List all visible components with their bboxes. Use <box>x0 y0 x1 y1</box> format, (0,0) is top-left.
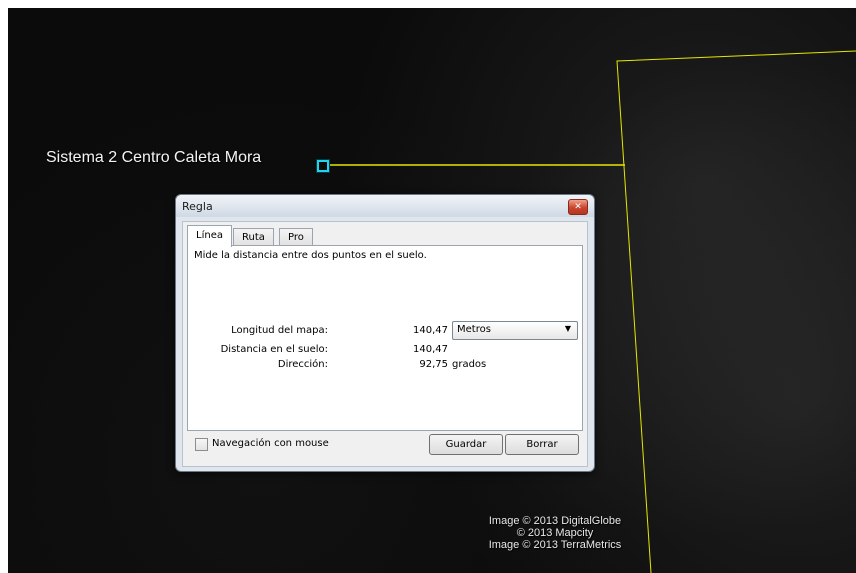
ground-distance-label: Distancia en el suelo: <box>220 344 328 355</box>
tab-ruta[interactable]: Ruta <box>233 228 274 246</box>
ruler-dialog: Regla ✕ Línea Ruta Pro Mide la distancia… <box>175 194 595 472</box>
credit-mapcity: © 2013 Mapcity <box>516 527 594 539</box>
placemark-icon[interactable] <box>317 160 329 172</box>
mouse-navigation-checkbox[interactable] <box>195 438 208 451</box>
clear-button[interactable]: Borrar <box>505 434 579 455</box>
dialog-body: Línea Ruta Pro Mide la distancia entre d… <box>182 221 588 467</box>
description-text: Mide la distancia entre dos puntos en el… <box>194 250 427 261</box>
map-length-label: Longitud del mapa: <box>231 325 328 336</box>
placemark-label[interactable]: Sistema 2 Centro Caleta Mora <box>46 149 261 167</box>
map-length-value: 140,47 <box>413 325 448 336</box>
heading-label: Dirección: <box>277 359 328 370</box>
heading-unit: grados <box>452 359 487 370</box>
map-credits: Image © 2013 DigitalGlobe © 2013 Mapcity… <box>440 515 670 551</box>
credit-digitalglobe: Image © 2013 DigitalGlobe <box>488 515 622 527</box>
tab-pro[interactable]: Pro <box>279 228 313 246</box>
ground-distance-value: 140,47 <box>413 344 448 355</box>
unit-select-value: Metros <box>457 324 491 335</box>
tab-panel: Mide la distancia entre dos puntos en el… <box>187 245 583 431</box>
chevron-down-icon: ▼ <box>564 324 571 333</box>
dialog-title: Regla <box>182 200 213 213</box>
credit-terrametrics: Image © 2013 TerraMetrics <box>488 539 622 551</box>
dialog-titlebar[interactable]: Regla ✕ <box>176 195 594 217</box>
heading-value: 92,75 <box>419 359 448 370</box>
save-button[interactable]: Guardar <box>429 434 503 455</box>
close-icon[interactable]: ✕ <box>568 199 588 215</box>
tab-linea[interactable]: Línea <box>187 225 232 247</box>
mouse-navigation-label[interactable]: Navegación con mouse <box>212 438 329 449</box>
unit-select[interactable]: Metros ▼ <box>452 321 578 340</box>
boundary-line <box>616 50 856 573</box>
